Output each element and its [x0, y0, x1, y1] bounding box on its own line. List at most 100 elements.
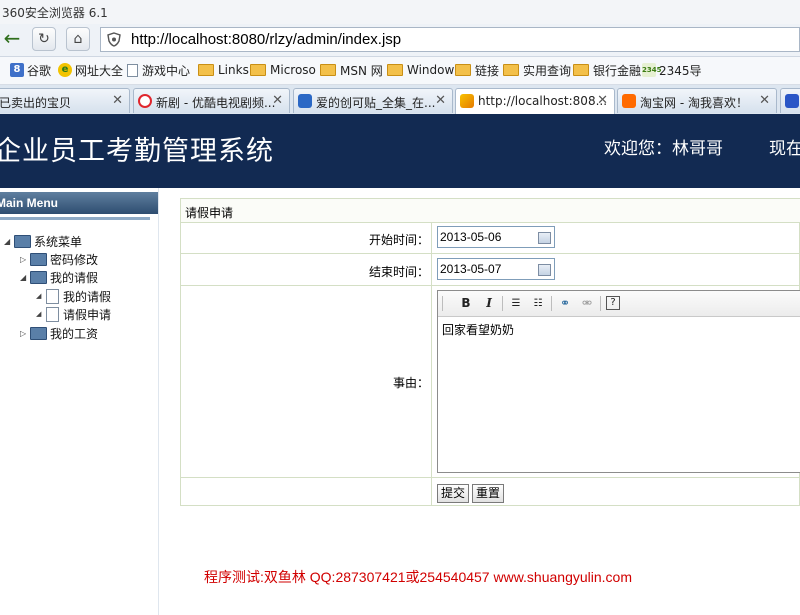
bookmark-item[interactable]: MSN 网	[320, 62, 383, 78]
tab-sold-items[interactable]: 已卖出的宝贝 ✕	[0, 88, 130, 113]
main-menu-header: Main Menu	[0, 192, 158, 214]
folder-icon	[573, 64, 589, 76]
reason-editor[interactable]: B I ☰ ☷ ⚭ ⚮ ? 回家看望奶奶	[437, 290, 800, 473]
bookmark-item[interactable]: Window	[387, 62, 454, 78]
url-text: http://localhost:8080/rlzy/admin/index.j…	[131, 31, 402, 48]
portal-icon: e	[58, 63, 72, 77]
form-header: 请假申请	[181, 199, 800, 223]
expanded-triangle-icon: ◢	[20, 272, 27, 282]
submit-button[interactable]: 提交	[437, 484, 470, 503]
folder-icon	[250, 64, 266, 76]
bookmarks-bar: 8 谷歌 e 网址大全 游戏中心 Links Microso MSN 网 Windo…	[0, 57, 800, 85]
folder-icon	[198, 64, 214, 76]
reason-label: 事由：	[392, 376, 429, 390]
close-icon[interactable]: ✕	[435, 93, 446, 108]
unordered-list-icon[interactable]: ☷	[530, 296, 546, 311]
sidebar-item-salary[interactable]: ▷ 我的工资	[20, 324, 98, 342]
calendar-icon[interactable]	[538, 264, 551, 276]
bookmark-item[interactable]: 2345 2345导	[642, 62, 702, 78]
folder-icon	[320, 64, 336, 76]
bookmark-item[interactable]: 实用查询	[503, 62, 571, 78]
bookmark-item[interactable]: 8 谷歌	[10, 62, 51, 78]
close-icon[interactable]: ✕	[272, 93, 283, 108]
ordered-list-icon[interactable]: ☰	[508, 296, 524, 311]
editor-toolbar: B I ☰ ☷ ⚭ ⚮ ?	[438, 291, 800, 317]
calendar-icon[interactable]	[538, 232, 551, 244]
help-icon[interactable]: ?	[606, 296, 620, 310]
folder-icon	[503, 64, 519, 76]
menu-divider	[0, 217, 150, 220]
bookmark-item[interactable]: 游戏中心	[127, 62, 190, 78]
tab-soku[interactable]: 爱的创可贴_全集_在... ✕	[293, 88, 453, 113]
shield-icon	[107, 32, 121, 47]
italic-icon[interactable]: I	[481, 296, 497, 311]
end-time-row: 结束时间： 2013-05-07	[181, 254, 800, 286]
tab-taobao[interactable]: 淘宝网 - 淘我喜欢！ ✕	[617, 88, 777, 113]
pma-icon	[460, 94, 474, 108]
sidebar-subitem-leave-request[interactable]: ◢ 请假申请	[36, 305, 111, 323]
toolbar-separator	[551, 296, 552, 311]
folder-icon	[14, 234, 31, 248]
folder-icon	[30, 270, 47, 284]
back-arrow-icon[interactable]: ←	[0, 27, 24, 51]
close-icon[interactable]: ✕	[759, 93, 770, 108]
bookmark-item[interactable]: Microso	[250, 62, 316, 78]
play-icon	[138, 94, 152, 108]
bookmark-item[interactable]: Links	[198, 62, 249, 78]
close-icon[interactable]: ✕	[112, 93, 123, 108]
start-time-row: 开始时间： 2013-05-06	[181, 222, 800, 254]
2345-icon: 2345	[642, 63, 661, 77]
folder-icon	[387, 64, 403, 76]
soku-icon	[298, 94, 312, 108]
bookmark-item[interactable]: 银行金融	[573, 62, 641, 78]
end-date-field[interactable]: 2013-05-07	[437, 258, 555, 280]
start-time-label: 开始时间：	[368, 233, 429, 247]
folder-icon	[30, 252, 47, 266]
bookmark-item[interactable]: e 网址大全	[58, 62, 123, 78]
collapsed-triangle-icon: ▷	[20, 328, 27, 338]
page-icon	[127, 63, 138, 77]
footer-credit: 程序测试:双鱼林 QQ:287307421或254540457 www.shua…	[204, 569, 632, 585]
bullet-icon: ◢	[36, 292, 42, 300]
sidebar-subitem-my-leave[interactable]: ◢ 我的请假	[36, 287, 111, 305]
unlink-icon[interactable]: ⚮	[579, 296, 595, 311]
collapsed-triangle-icon: ▷	[20, 254, 27, 264]
reset-button[interactable]: 重置	[472, 484, 505, 503]
toolbar-separator	[600, 296, 601, 311]
welcome-text: 欢迎您：林哥哥	[604, 139, 723, 159]
sidebar: Main Menu ◢ 系统菜单 ▷ 密码修改 ◢ 我的请假 ◢ 我的请假 ◢ …	[0, 188, 159, 615]
tab-youku[interactable]: 新剧 - 优酷电视剧频... ✕	[133, 88, 290, 113]
refresh-icon[interactable]: ↻	[32, 27, 56, 51]
tab-localhost[interactable]: http://localhost:808... ✕	[455, 88, 615, 114]
page-icon	[46, 288, 59, 304]
start-date-field[interactable]: 2013-05-06	[437, 226, 555, 248]
taobao-icon	[622, 94, 636, 108]
end-time-label: 结束时间：	[368, 265, 429, 279]
bookmark-item[interactable]: 链接	[455, 62, 499, 78]
app-title: 企业员工考勤管理系统	[0, 136, 274, 167]
toolbar-grip	[442, 296, 443, 311]
editor-content[interactable]: 回家看望奶奶	[442, 321, 514, 338]
page-icon	[46, 306, 59, 322]
current-time-label: 现在	[769, 139, 800, 159]
app-header: 企业员工考勤管理系统 欢迎您：林哥哥 现在	[0, 114, 800, 188]
sidebar-item-password[interactable]: ▷ 密码修改	[20, 250, 98, 268]
bold-icon[interactable]: B	[458, 296, 474, 311]
browser-nav-bar: ← ↻ ⌂ http://localhost:8080/rlzy/admin/i…	[0, 24, 800, 57]
browser-window-title: 360安全浏览器 6.1	[2, 6, 108, 20]
tree-root[interactable]: ◢ 系统菜单	[4, 232, 82, 250]
sidebar-item-my-leave[interactable]: ◢ 我的请假	[20, 268, 98, 286]
home-icon[interactable]: ⌂	[66, 27, 90, 51]
expanded-triangle-icon: ◢	[4, 236, 11, 246]
address-bar[interactable]: http://localhost:8080/rlzy/admin/index.j…	[100, 27, 800, 52]
link-icon[interactable]: ⚭	[557, 296, 573, 311]
bullet-icon: ◢	[36, 310, 42, 318]
tab-more[interactable]	[780, 88, 800, 113]
google-icon: 8	[10, 63, 24, 77]
browser-title-bar: 360安全浏览器 6.1	[0, 0, 800, 24]
paw-icon	[785, 94, 799, 108]
close-icon[interactable]: ✕	[597, 93, 608, 108]
leave-request-form: 请假申请 开始时间： 2013-05-06 结束时间： 2013-05-07 事…	[180, 198, 800, 506]
folder-icon	[30, 326, 47, 340]
toolbar-separator	[502, 296, 503, 311]
